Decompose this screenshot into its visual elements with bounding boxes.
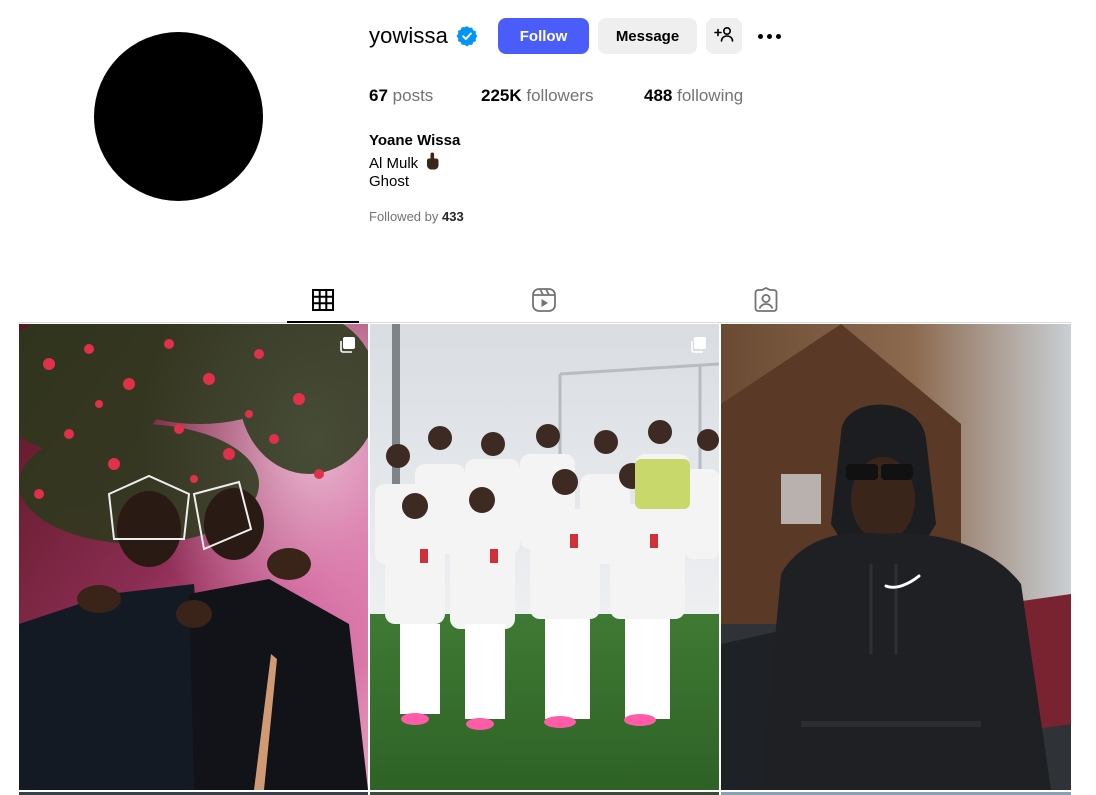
following-link[interactable]: 488 following (644, 86, 743, 106)
reels-icon (531, 287, 557, 318)
tab-reels[interactable] (508, 282, 580, 322)
post-tile[interactable] (721, 324, 1071, 790)
suggested-users-button[interactable] (706, 18, 742, 54)
more-options-icon[interactable] (752, 22, 786, 50)
post-photo-party (19, 324, 368, 790)
grid-icon (311, 288, 335, 317)
followed-by[interactable]: Followed by 433 (369, 209, 464, 224)
follow-button[interactable]: Follow (498, 18, 589, 54)
multiple-photos-icon (689, 336, 707, 359)
post-tile[interactable] (19, 324, 368, 790)
verified-badge-icon (456, 25, 478, 47)
followers-link[interactable]: 225K followers (481, 86, 593, 106)
post-photo-hoodie (721, 324, 1071, 790)
message-button[interactable]: Message (598, 18, 697, 54)
tab-tagged[interactable] (730, 282, 802, 322)
bio-line-2: Ghost (369, 173, 410, 190)
profile-header: yowissa (369, 18, 478, 54)
profile-avatar[interactable] (94, 32, 263, 201)
tagged-icon (753, 286, 779, 318)
tabs-divider (19, 322, 1071, 323)
multiple-photos-icon (338, 336, 356, 359)
full-name: Yoane Wissa (369, 132, 461, 149)
posts-grid (19, 324, 1071, 795)
post-tile[interactable] (370, 324, 719, 790)
add-user-icon (714, 26, 734, 46)
post-photo-team (370, 324, 719, 790)
tab-posts[interactable] (287, 282, 359, 322)
posts-count: 67 posts (369, 86, 434, 105)
bio-line-1: Al Mulk (369, 152, 440, 174)
pointing-finger-icon (424, 152, 440, 174)
username: yowissa (369, 23, 448, 48)
